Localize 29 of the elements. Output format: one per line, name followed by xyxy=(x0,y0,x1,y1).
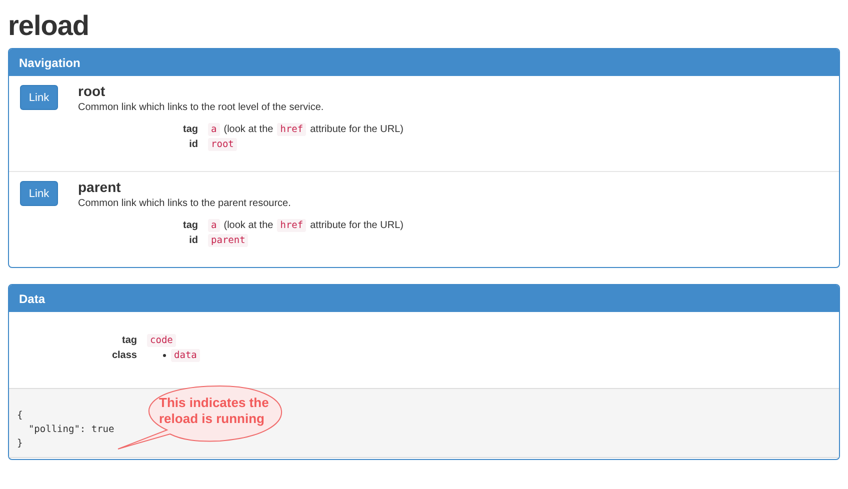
callout-text: This indicates the reload is running xyxy=(159,395,270,427)
link-button[interactable]: Link xyxy=(20,85,58,110)
property-label: tag xyxy=(182,124,198,135)
property-text: attribute for the URL) xyxy=(310,220,404,231)
property-label: tag xyxy=(121,335,137,346)
code-value: data xyxy=(171,349,200,362)
property-label: id xyxy=(188,139,198,150)
property-label: class xyxy=(110,350,137,361)
code-value: href xyxy=(277,219,306,232)
code-value: href xyxy=(277,123,306,136)
code-value: parent xyxy=(208,234,248,247)
code-value: code xyxy=(147,334,176,347)
link-description: Common link which links to the parent resource. xyxy=(78,198,292,209)
code-value: a xyxy=(208,219,220,232)
link-name: root xyxy=(78,83,106,99)
link-name: parent xyxy=(78,179,122,195)
panel-heading: Navigation xyxy=(19,56,80,70)
property-label: tag xyxy=(182,220,198,231)
property-text: (look at the xyxy=(224,124,274,135)
bullet-icon xyxy=(163,354,166,357)
code-value: root xyxy=(208,138,237,151)
property-text: attribute for the URL) xyxy=(310,124,404,135)
link-description: Common link which links to the root level of the service. xyxy=(78,102,325,113)
link-button[interactable]: Link xyxy=(20,181,58,206)
property-text: (look at the xyxy=(224,220,274,231)
panel-heading: Data xyxy=(19,292,46,306)
property-label: id xyxy=(188,235,198,246)
code-value: a xyxy=(208,123,220,136)
page-title: reload xyxy=(8,9,90,43)
